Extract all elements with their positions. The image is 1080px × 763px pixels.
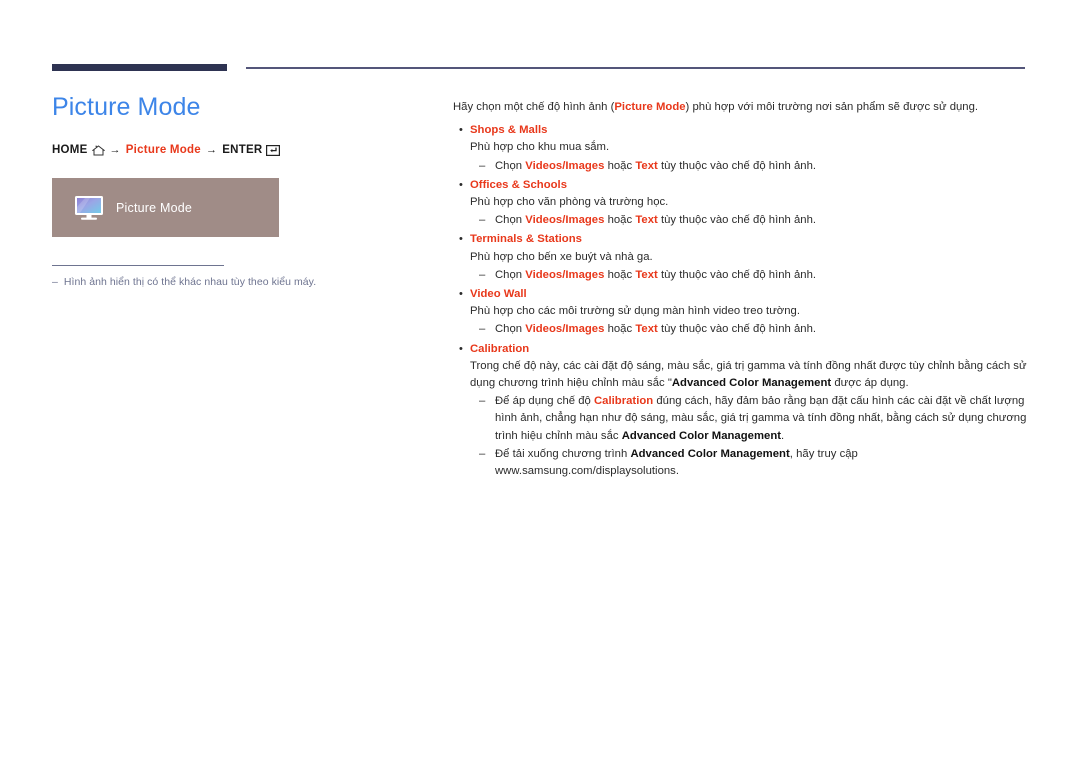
intro-post: ) phù hợp với môi trường nơi sản phẩm sẽ… bbox=[685, 101, 979, 113]
calibration-desc-a-end: được áp dụng. bbox=[831, 377, 909, 390]
breadcrumb-arrow-2: → bbox=[205, 144, 218, 156]
page-title: Picture Mode bbox=[52, 93, 201, 121]
menu-preview-label: Picture Mode bbox=[116, 200, 193, 215]
calib-sub2-bold: Advanced Color Management bbox=[630, 447, 790, 460]
list-item-title: Offices & Schools bbox=[470, 178, 568, 191]
list-item: • Shops & Malls Phù hợp cho khu mua sắm.… bbox=[453, 122, 1028, 175]
menu-preview-box: Picture Mode bbox=[52, 178, 279, 237]
choose-option-videos-images: Videos/Images bbox=[525, 214, 605, 227]
sub-list-item: ‒ Chọn Videos/Images hoặc Text tùy thuộc… bbox=[470, 158, 1028, 175]
choose-mid: hoặc bbox=[604, 323, 636, 336]
choose-pre: Chọn bbox=[495, 214, 526, 227]
breadcrumb-home-label: HOME bbox=[52, 144, 88, 156]
breadcrumb: HOME → Picture Mode → ENTER bbox=[52, 144, 392, 156]
list-item-title: Calibration bbox=[470, 342, 530, 355]
sub-dash-marker: ‒ bbox=[479, 395, 486, 408]
calib-sub1-highlight: Calibration bbox=[593, 395, 654, 408]
home-icon bbox=[91, 144, 105, 156]
sub-list-item: ‒ Để tải xuống chương trình Advanced Col… bbox=[470, 446, 1028, 480]
list-item-desc: Phù hợp cho bến xe buýt và nhà ga. bbox=[470, 250, 653, 263]
intro-highlight: Picture Mode bbox=[614, 101, 686, 113]
header-rule-thick bbox=[52, 64, 227, 71]
list-item-title: Terminals & Stations bbox=[470, 233, 582, 246]
bullet-marker: • bbox=[459, 342, 463, 355]
choose-pre: Chọn bbox=[495, 159, 526, 172]
sub-dash-marker: ‒ bbox=[479, 159, 486, 172]
list-item-desc: Phù hợp cho các môi trường sử dụng màn h… bbox=[470, 305, 800, 318]
sub-list-item-body: Chọn Videos/Images hoặc Text tùy thuộc v… bbox=[495, 212, 1028, 229]
choose-option-videos-images: Videos/Images bbox=[525, 268, 605, 281]
list-item-body: Shops & Malls Phù hợp cho khu mua sắm. ‒… bbox=[470, 122, 1028, 175]
list-item: • Offices & Schools Phù hợp cho văn phòn… bbox=[453, 177, 1028, 230]
choose-mid: hoặc bbox=[604, 268, 636, 281]
list-item-body: Video Wall Phù hợp cho các môi trường sử… bbox=[470, 286, 1028, 339]
sub-list-item-body: Để áp dụng chế độ Calibration đúng cách,… bbox=[495, 393, 1028, 445]
left-column: Picture Mode HOME → Picture Mode → ENTER bbox=[52, 92, 392, 289]
bullet-marker: • bbox=[459, 233, 463, 246]
calib-sub2-pre: Để tải xuống chương trình bbox=[495, 447, 631, 460]
choose-post: tùy thuộc vào chế độ hình ảnh. bbox=[657, 268, 817, 281]
choose-option-text: Text bbox=[635, 214, 658, 227]
choose-option-videos-images: Videos/Images bbox=[525, 323, 605, 336]
sub-dash-marker: ‒ bbox=[479, 447, 486, 460]
list-item-calibration: • Calibration Trong chế độ này, các cài … bbox=[453, 341, 1028, 481]
sub-list-item: ‒ Chọn Videos/Images hoặc Text tùy thuộc… bbox=[470, 267, 1028, 284]
choose-option-text: Text bbox=[635, 159, 658, 172]
sub-list-item: ‒ Chọn Videos/Images hoặc Text tùy thuộc… bbox=[470, 321, 1028, 338]
calibration-desc-a-bold: Advanced Color Management bbox=[671, 377, 832, 390]
choose-pre: Chọn bbox=[495, 268, 526, 281]
choose-option-videos-images: Videos/Images bbox=[525, 159, 605, 172]
sub-dash-marker: ‒ bbox=[479, 323, 486, 336]
breadcrumb-picture-mode[interactable]: Picture Mode bbox=[126, 144, 201, 156]
note-text: Hình ảnh hiển thị có thể khác nhau tùy t… bbox=[63, 276, 317, 288]
list-item: • Video Wall Phù hợp cho các môi trường … bbox=[453, 286, 1028, 339]
note-dash: ‒ bbox=[52, 276, 58, 288]
header-rule-thin bbox=[246, 67, 1025, 69]
bullet-marker: • bbox=[459, 288, 463, 301]
sub-list-item: ‒ Để áp dụng chế độ Calibration đúng các… bbox=[470, 393, 1028, 445]
choose-option-text: Text bbox=[635, 268, 658, 281]
sub-list-item: ‒ Chọn Videos/Images hoặc Text tùy thuộc… bbox=[470, 212, 1028, 229]
calib-sub1-pre: Để áp dụng chế độ bbox=[495, 395, 594, 408]
enter-key-icon bbox=[266, 144, 281, 156]
monitor-icon bbox=[74, 195, 104, 221]
sub-dash-marker: ‒ bbox=[479, 214, 486, 227]
breadcrumb-enter-label: ENTER bbox=[222, 144, 263, 156]
list-item-title: Video Wall bbox=[470, 288, 527, 301]
right-column: Hãy chọn một chế độ hình ảnh (Picture Mo… bbox=[453, 99, 1028, 480]
sub-list-item-body: Chọn Videos/Images hoặc Text tùy thuộc v… bbox=[495, 267, 1028, 284]
list-item-desc: Phù hợp cho văn phòng và trường học. bbox=[470, 196, 669, 209]
list-item: • Terminals & Stations Phù hợp cho bến x… bbox=[453, 231, 1028, 284]
breadcrumb-arrow-1: → bbox=[109, 144, 121, 156]
sub-list-item-body: Để tải xuống chương trình Advanced Color… bbox=[495, 446, 1028, 480]
sub-dash-marker: ‒ bbox=[479, 268, 486, 281]
choose-post: tùy thuộc vào chế độ hình ảnh. bbox=[657, 159, 817, 172]
choose-post: tùy thuộc vào chế độ hình ảnh. bbox=[657, 214, 817, 227]
note-row: ‒ Hình ảnh hiển thị có thể khác nhau tùy… bbox=[52, 275, 392, 289]
choose-mid: hoặc bbox=[604, 159, 636, 172]
note-divider bbox=[52, 265, 224, 266]
choose-mid: hoặc bbox=[604, 214, 636, 227]
list-item-body: Offices & Schools Phù hợp cho văn phòng … bbox=[470, 177, 1028, 230]
intro-paragraph: Hãy chọn một chế độ hình ảnh (Picture Mo… bbox=[453, 99, 1028, 116]
choose-option-text: Text bbox=[635, 323, 658, 336]
list-item-body: Terminals & Stations Phù hợp cho bến xe … bbox=[470, 231, 1028, 284]
choose-pre: Chọn bbox=[495, 323, 526, 336]
list-item-desc: Phù hợp cho khu mua sắm. bbox=[470, 141, 610, 154]
list-item-title: Shops & Malls bbox=[470, 124, 548, 137]
bullet-marker: • bbox=[459, 178, 463, 191]
calib-sub1-bold: Advanced Color Management bbox=[621, 429, 782, 442]
list-item-body: Calibration Trong chế độ này, các cài đặ… bbox=[470, 341, 1028, 481]
calibration-description: Trong chế độ này, các cài đặt độ sáng, m… bbox=[470, 358, 1028, 392]
sub-list-item-body: Chọn Videos/Images hoặc Text tùy thuộc v… bbox=[495, 158, 1028, 175]
bullet-marker: • bbox=[459, 124, 463, 137]
manual-page: Picture Mode HOME → Picture Mode → ENTER bbox=[0, 0, 1080, 763]
choose-post: tùy thuộc vào chế độ hình ảnh. bbox=[657, 323, 817, 336]
calib-sub1-end: . bbox=[781, 429, 785, 442]
intro-pre: Hãy chọn một chế độ hình ảnh ( bbox=[453, 101, 615, 113]
sub-list-item-body: Chọn Videos/Images hoặc Text tùy thuộc v… bbox=[495, 321, 1028, 338]
